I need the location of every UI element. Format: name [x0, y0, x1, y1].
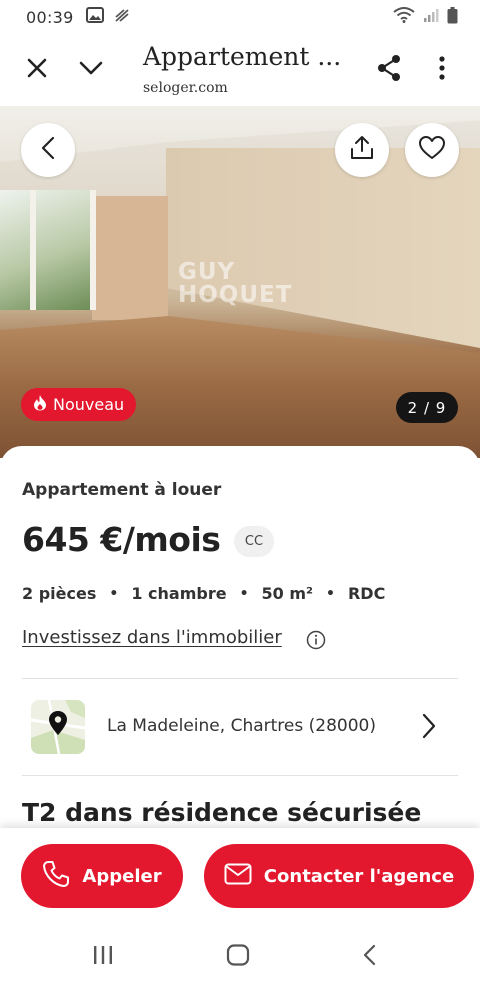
watermark-line1: GUY	[178, 259, 236, 285]
listing-photo[interactable]: GUY HOQUET Nouveau 2 / 9	[0, 106, 480, 458]
share-button[interactable]	[371, 52, 407, 88]
favorite-button[interactable]	[405, 123, 459, 177]
home-button[interactable]	[226, 944, 250, 970]
contact-button-label: Contacter l'agence	[263, 865, 455, 887]
watermark-line2: HOQUET	[178, 282, 293, 308]
phone-icon	[42, 860, 70, 893]
action-bar: Appeler Contacter l'agence	[0, 828, 480, 926]
back-icon	[41, 136, 55, 164]
contact-agency-button[interactable]: Contacter l'agence	[204, 844, 474, 908]
close-button[interactable]	[19, 52, 55, 88]
system-nav-bar	[0, 926, 480, 988]
feature-floor: RDC	[347, 584, 386, 603]
listing-features: 2 pièces • 1 chambre • 50 m² • RDC	[22, 584, 385, 603]
status-time: 00:39	[26, 7, 74, 27]
export-icon	[349, 135, 375, 165]
feature-separator: •	[326, 585, 335, 602]
export-button[interactable]	[335, 123, 389, 177]
photo-counter: 2 / 9	[396, 392, 458, 423]
more-vertical-icon	[438, 55, 446, 85]
divider	[22, 678, 458, 679]
more-button[interactable]	[424, 52, 460, 88]
page-title: Appartement ...	[143, 42, 342, 71]
close-icon	[26, 57, 48, 83]
feature-separator: •	[109, 585, 119, 602]
call-button-label: Appeler	[82, 865, 162, 887]
status-bar: 00:39	[0, 0, 480, 34]
new-badge: Nouveau	[21, 388, 137, 421]
call-button[interactable]: Appeler	[21, 844, 183, 908]
photo-wall-left	[92, 196, 168, 320]
divider	[22, 775, 458, 776]
photo-window-frame	[30, 190, 36, 310]
mail-icon	[224, 863, 252, 890]
chevron-down-icon	[79, 60, 103, 80]
location-row[interactable]: La Madeleine, Chartres (28000)	[0, 686, 480, 774]
share-icon	[376, 54, 402, 86]
listing-type: Appartement à louer	[22, 480, 222, 500]
map-thumbnail	[31, 700, 85, 754]
fire-icon	[33, 394, 47, 415]
minimize-button[interactable]	[73, 52, 109, 88]
listing-price: 645 €/mois	[22, 520, 221, 559]
info-icon[interactable]	[306, 630, 326, 654]
feature-area: 50 m²	[261, 584, 314, 603]
photo-window	[0, 190, 96, 310]
description-title: T2 dans résidence sécurisée	[22, 798, 422, 827]
status-right-icons	[393, 6, 458, 28]
image-icon	[85, 7, 104, 27]
feature-bedrooms: 1 chambre	[131, 584, 227, 603]
wifi-icon	[393, 7, 415, 27]
agency-watermark: GUY HOQUET	[178, 261, 292, 307]
listing-details-card: Appartement à louer 645 €/mois CC 2 pièc…	[0, 446, 480, 846]
photo-wall	[166, 148, 480, 348]
invest-link[interactable]: Investissez dans l'immobilier	[22, 627, 282, 648]
system-back-button[interactable]	[362, 944, 378, 970]
notification-icon	[114, 7, 130, 27]
chevron-right-icon	[422, 713, 436, 743]
location-text: La Madeleine, Chartres (28000)	[107, 716, 376, 736]
recent-apps-button[interactable]	[92, 944, 114, 970]
status-left-icons	[85, 7, 130, 27]
browser-toolbar: Appartement ... seloger.com	[0, 34, 480, 106]
heart-icon	[419, 136, 445, 164]
page-url: seloger.com	[143, 80, 228, 96]
new-badge-label: Nouveau	[53, 395, 125, 414]
signal-icon	[423, 7, 439, 27]
feature-separator: •	[239, 585, 249, 602]
charges-badge: CC	[234, 526, 274, 557]
back-button[interactable]	[21, 123, 75, 177]
photo-floor	[0, 316, 480, 458]
feature-rooms: 2 pièces	[22, 584, 97, 603]
battery-icon	[447, 6, 458, 28]
